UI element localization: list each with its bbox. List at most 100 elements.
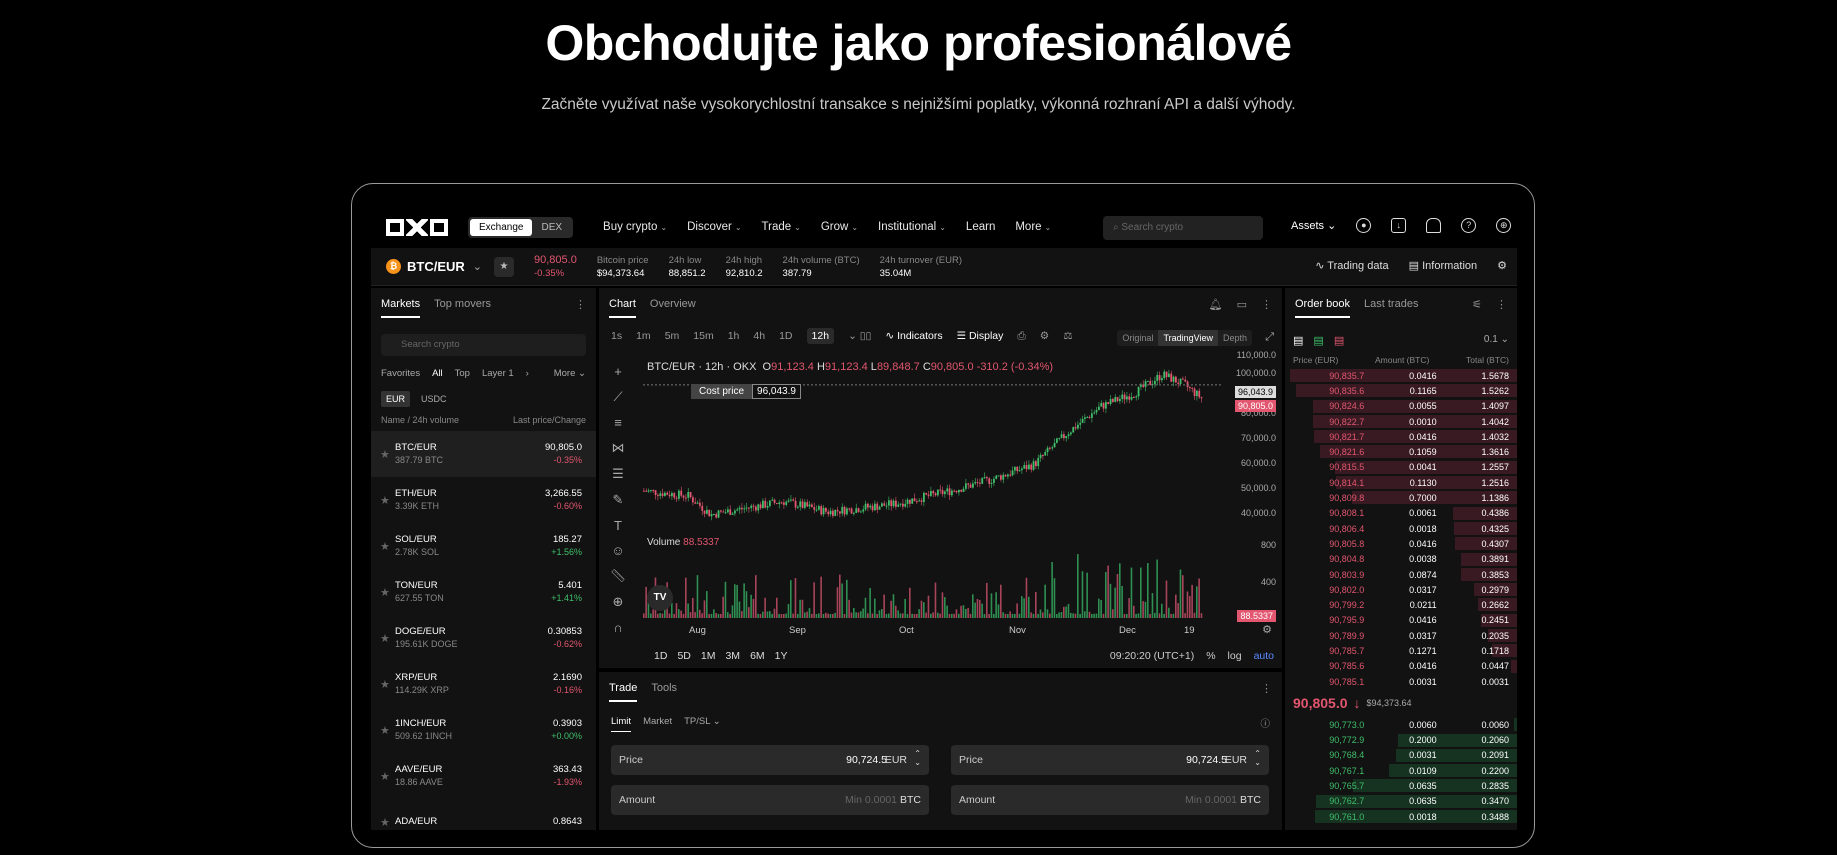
settings-gear-icon[interactable]: ⚙ (1497, 259, 1507, 272)
order-tpsl[interactable]: TP/SL ⌄ (684, 716, 721, 732)
interval-15m[interactable]: 15m (693, 330, 713, 342)
book-asks-icon[interactable]: ▤ (1334, 334, 1344, 347)
tick-size-select[interactable]: 0.1 ⌄ (1484, 334, 1509, 347)
chart-settings-icon[interactable]: ⚙ (1040, 330, 1049, 342)
star-icon[interactable]: ★ (380, 678, 395, 691)
interval-12h[interactable]: 12h (806, 328, 835, 344)
currency-usdc[interactable]: USDC (416, 391, 452, 407)
tab-chart[interactable]: Chart (609, 298, 636, 318)
bid-row[interactable]: 90,762.7 0.0635 0.3470 (1285, 794, 1517, 809)
ask-row[interactable]: 90,824.6 0.0055 1.4097 (1285, 399, 1517, 414)
ask-row[interactable]: 90,806.4 0.0018 0.4325 (1285, 521, 1517, 536)
market-row[interactable]: ★ AAVE/EUR 18.86 AAVE 363.43 -1.93% (371, 753, 596, 799)
star-icon[interactable]: ★ (380, 724, 395, 737)
info-icon[interactable]: ⓘ (1260, 716, 1270, 732)
filter-layer1[interactable]: Layer 1 (482, 368, 514, 379)
interval-1D[interactable]: 1D (779, 330, 792, 342)
filter-top[interactable]: Top (455, 368, 470, 379)
filter-more[interactable]: More ⌄ (554, 368, 586, 379)
nav-more[interactable]: More ⌄ (1015, 221, 1051, 233)
more-vertical-icon[interactable]: ⋮ (1261, 682, 1272, 702)
currency-eur[interactable]: EUR (381, 391, 411, 407)
sort-name-volume[interactable]: Name / 24h volume (381, 415, 459, 425)
interval-4h[interactable]: 4h (753, 330, 765, 342)
interval-5m[interactable]: 5m (665, 330, 680, 342)
market-row[interactable]: ★ XRP/EUR 114.29K XRP 2.1690 -0.16% (371, 661, 596, 707)
ask-row[interactable]: 90,805.8 0.0416 0.4307 (1285, 536, 1517, 551)
bid-row[interactable]: 90,765.7 0.0635 0.2835 (1285, 778, 1517, 793)
ask-row[interactable]: 90,808.1 0.0061 0.4386 (1285, 506, 1517, 521)
star-icon[interactable]: ★ (380, 448, 395, 461)
range-5D[interactable]: 5D (677, 650, 690, 662)
book-bids-icon[interactable]: ▤ (1313, 334, 1323, 347)
nav-institutional[interactable]: Institutional ⌄ (878, 221, 946, 233)
star-icon[interactable]: ★ (380, 586, 395, 599)
bid-row[interactable]: 90,768.4 0.0031 0.2091 (1285, 748, 1517, 763)
ask-row[interactable]: 90,814.1 0.1130 1.2516 (1285, 475, 1517, 490)
nav-learn[interactable]: Learn (966, 221, 995, 233)
market-row[interactable]: ★ SOL/EUR 2.78K SOL 185.27 +1.56% (371, 523, 596, 569)
filter-favorites[interactable]: Favorites (381, 368, 420, 379)
ask-row[interactable]: 90,785.1 0.0031 0.0031 (1285, 674, 1517, 689)
display-button[interactable]: ☰ Display (957, 330, 1004, 342)
user-icon[interactable]: ● (1356, 218, 1372, 233)
favorite-star-icon[interactable]: ★ (494, 256, 514, 277)
tab-trade[interactable]: Trade (609, 682, 638, 702)
book-both-icon[interactable]: ▤ (1293, 334, 1303, 347)
okx-logo[interactable] (386, 218, 448, 236)
order-market[interactable]: Market (643, 716, 672, 732)
fullscreen-icon[interactable]: ⤢ (1265, 331, 1274, 344)
ask-row[interactable]: 90,809.8 0.7000 1.1386 (1285, 490, 1517, 505)
ask-row[interactable]: 90,803.9 0.0874 0.3853 (1285, 567, 1517, 582)
star-icon[interactable]: ★ (380, 632, 395, 645)
star-icon[interactable]: ★ (380, 770, 395, 783)
snapshot-icon[interactable]: ⎙ (1017, 330, 1025, 343)
bid-row[interactable]: 90,773.0 0.0060 0.0060 (1285, 717, 1517, 732)
market-row[interactable]: ★ TON/EUR 627.55 TON 5.401 +1.41% (371, 569, 596, 615)
pair-selector[interactable]: BTC/EUR (407, 259, 465, 274)
bid-row[interactable]: 90,767.1 0.0109 0.2200 (1285, 763, 1517, 778)
assets-menu[interactable]: Assets ⌄ (1291, 219, 1336, 232)
chevron-down-icon[interactable]: ⌄ (473, 260, 482, 273)
zoom-icon[interactable]: ⊕ (609, 594, 627, 610)
market-row[interactable]: ★ ADA/EUR 0.8643 (371, 799, 596, 830)
nav-trade[interactable]: Trade ⌄ (762, 221, 801, 233)
market-row[interactable]: ★ ETH/EUR 3.39K ETH 3,266.55 -0.60% (371, 477, 596, 523)
ask-row[interactable]: 90,789.9 0.0317 0.2035 (1285, 628, 1517, 643)
mode-dex[interactable]: DEX (532, 219, 571, 236)
view-depth[interactable]: Depth (1218, 330, 1252, 346)
bid-row[interactable]: 90,772.9 0.2000 0.2060 (1285, 733, 1517, 748)
star-icon[interactable]: ★ (380, 494, 395, 507)
ask-row[interactable]: 90,822.7 0.0010 1.4042 (1285, 414, 1517, 429)
range-1M[interactable]: 1M (701, 650, 716, 662)
view-original[interactable]: Original (1117, 330, 1158, 346)
range-1D[interactable]: 1D (654, 650, 667, 662)
ask-row[interactable]: 90,799.2 0.0211 0.2662 (1285, 597, 1517, 612)
indicators-button[interactable]: ∿ Indicators (885, 330, 942, 342)
tradingview-logo[interactable]: TV (647, 585, 673, 611)
download-icon[interactable]: ↓ (1391, 218, 1407, 233)
bell-icon[interactable] (1426, 218, 1442, 233)
scale-icon[interactable]: ⚖ (1063, 330, 1072, 342)
sell-price-field[interactable]: Price 90,724.5 EUR ⌃ ⌄ (951, 745, 1269, 775)
globe-icon[interactable]: ⊕ (1496, 218, 1512, 233)
sell-amount-field[interactable]: Amount Min 0.0001 BTC (951, 785, 1269, 815)
tab-overview[interactable]: Overview (650, 298, 696, 318)
scale-auto[interactable]: auto (1254, 650, 1274, 662)
scale-log[interactable]: log (1228, 650, 1242, 662)
tab-top-movers[interactable]: Top movers (434, 298, 491, 318)
nav-discover[interactable]: Discover ⌄ (687, 221, 741, 233)
more-vertical-icon[interactable]: ⋮ (1261, 298, 1272, 318)
chevron-right-icon[interactable]: › (526, 368, 529, 379)
top-search-input[interactable]: ⌕ Search crypto (1103, 216, 1263, 240)
sort-last-price[interactable]: Last price/Change (513, 415, 586, 425)
tab-tools[interactable]: Tools (651, 682, 677, 702)
interval-1m[interactable]: 1m (636, 330, 651, 342)
ask-row[interactable]: 90,795.9 0.0416 0.2451 (1285, 613, 1517, 628)
market-row[interactable]: ★ BTC/EUR 387.79 BTC 90,805.0 -0.35% (371, 431, 596, 477)
ask-row[interactable]: 90,815.5 0.0041 1.2557 (1285, 460, 1517, 475)
ask-row[interactable]: 90,785.6 0.0416 0.0447 (1285, 659, 1517, 674)
filter-sliders-icon[interactable]: ⚟ (1472, 298, 1482, 318)
order-limit[interactable]: Limit (611, 716, 632, 732)
star-icon[interactable]: ★ (380, 816, 395, 829)
